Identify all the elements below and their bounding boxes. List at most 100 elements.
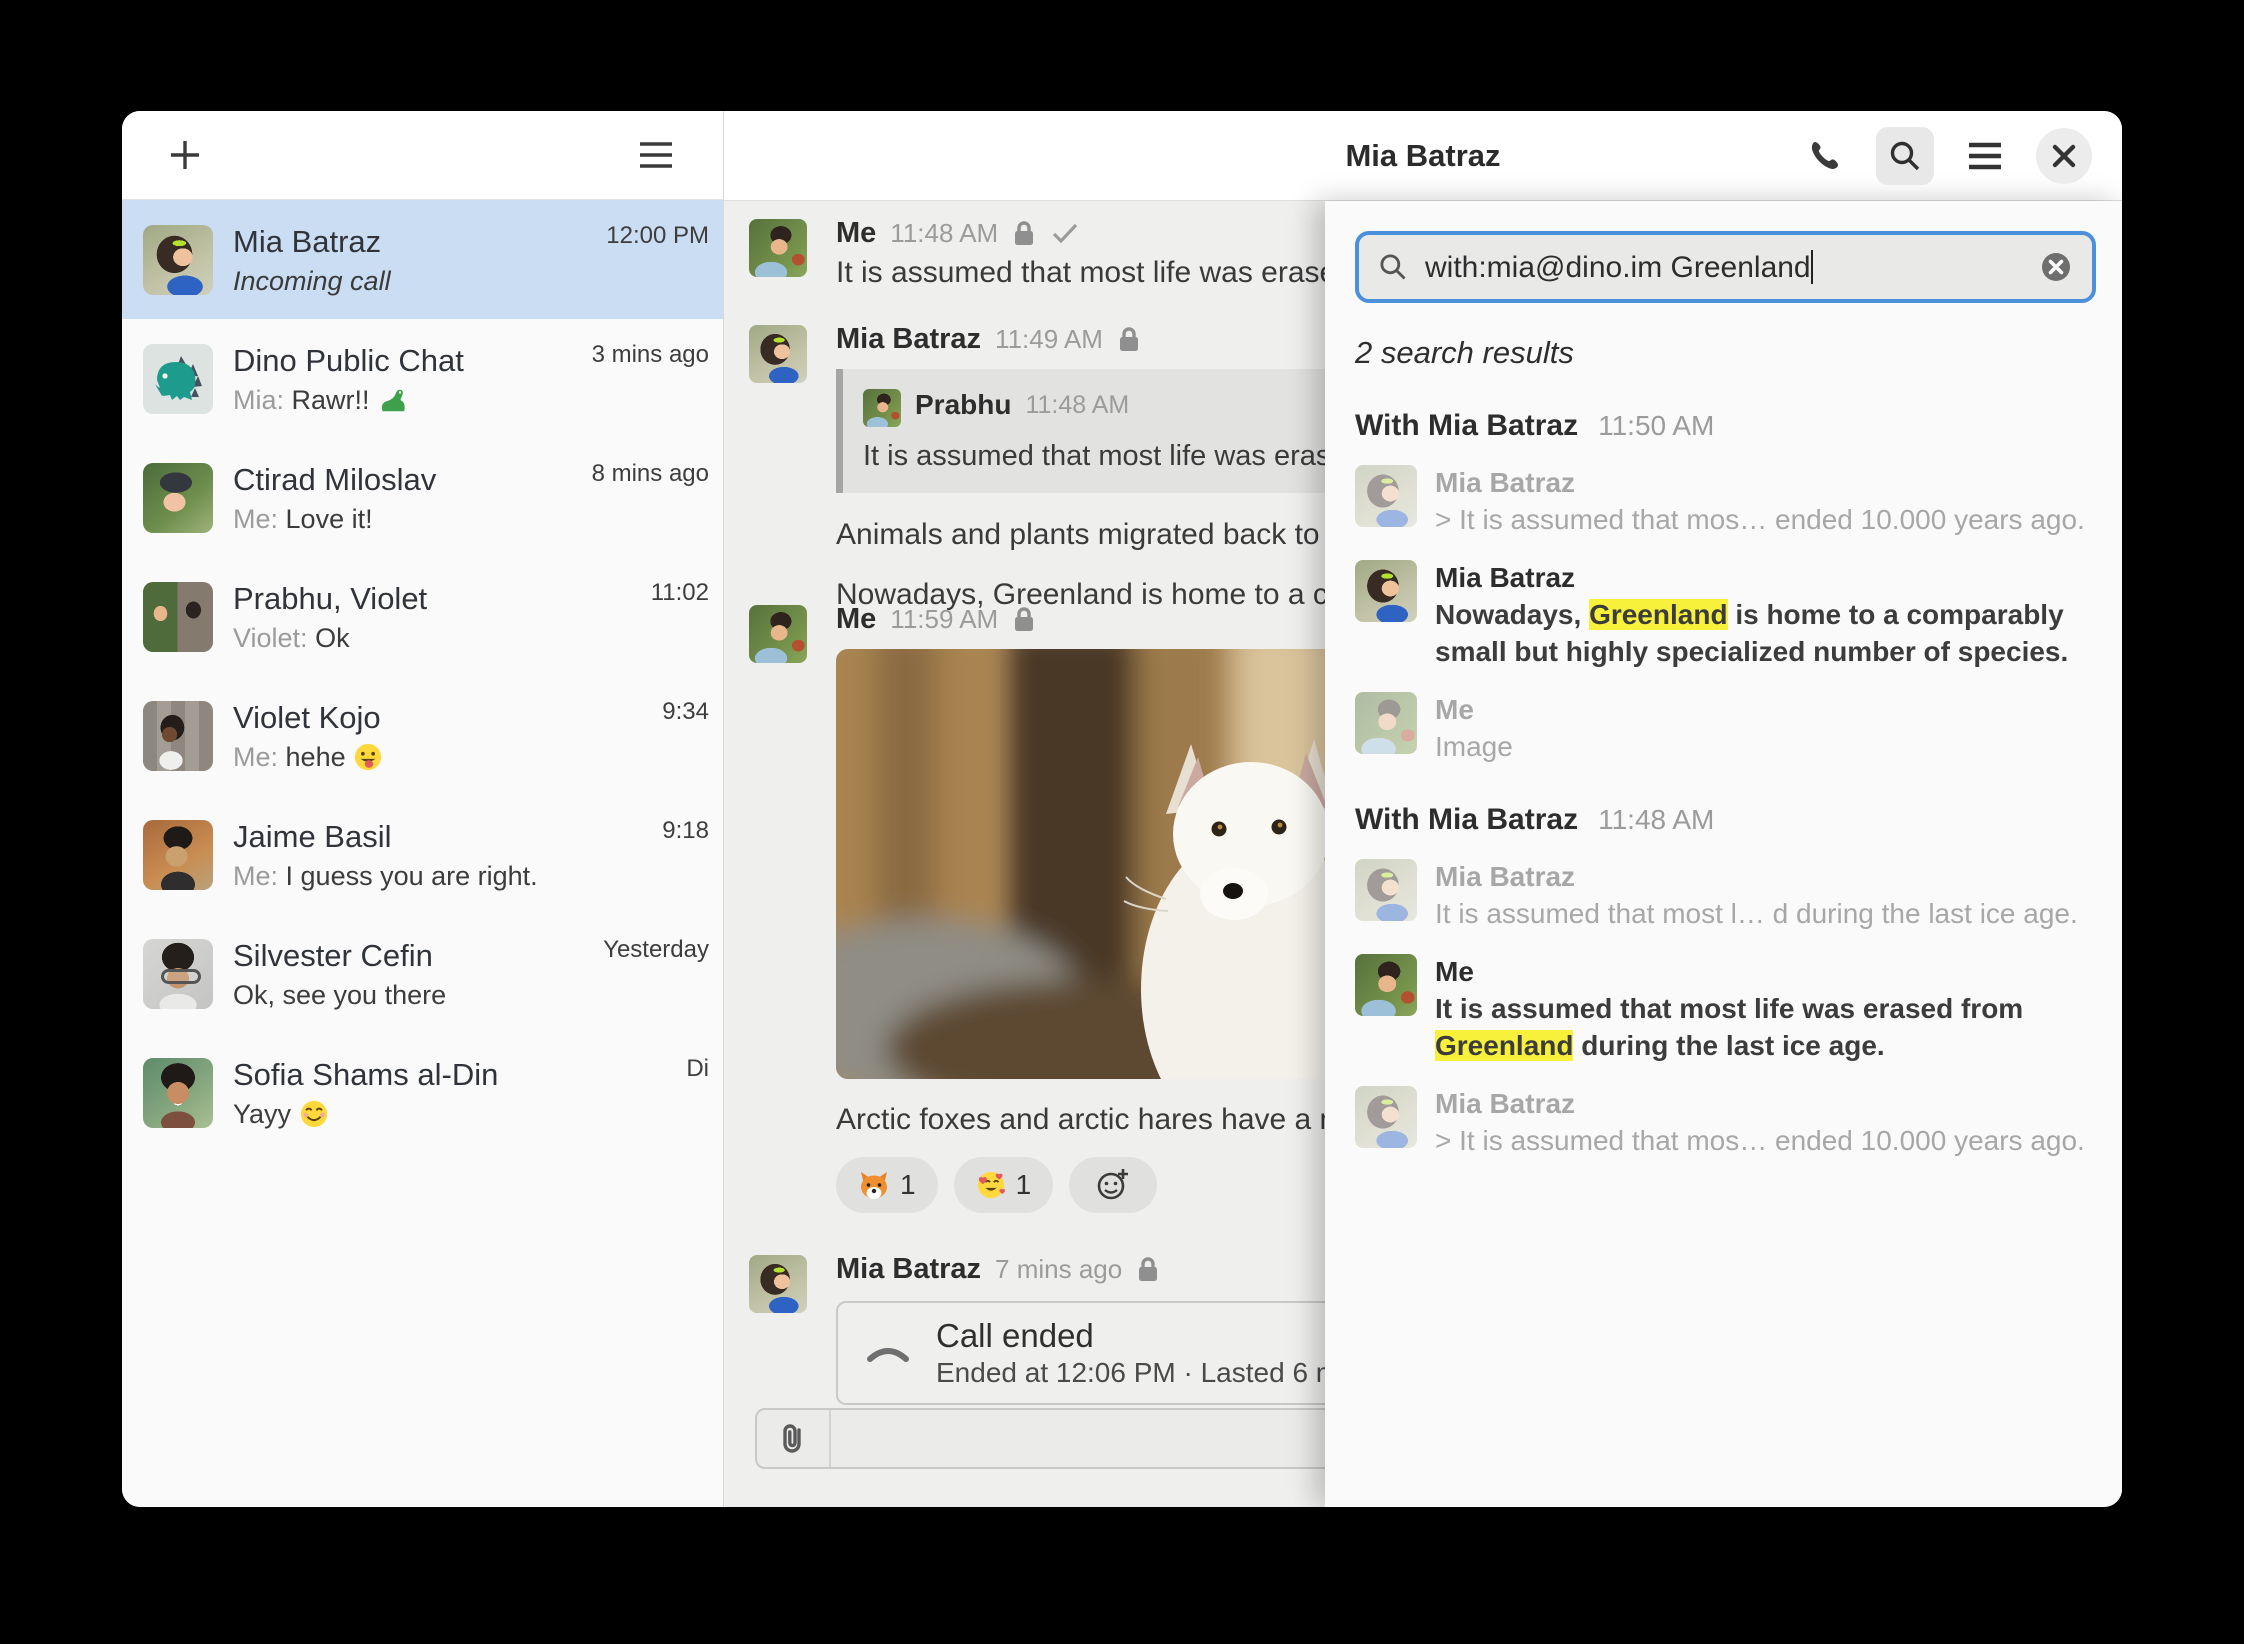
message-time: 11:48 AM xyxy=(890,218,998,249)
result-snippet: > It is assumed that mos… ended 10.000 y… xyxy=(1435,501,2085,538)
search-result-row[interactable]: Mia Batraz> It is assumed that mos… ende… xyxy=(1355,465,2096,538)
search-query: with:mia@dino.im Greenland xyxy=(1425,251,1811,284)
conversation-row[interactable]: Violet KojoMe: hehe 9:34 xyxy=(122,676,723,795)
avatar xyxy=(749,219,807,277)
desktop-background: Mia BatrazIncoming call12:00 PM Dino Publ… xyxy=(0,0,2244,1644)
conversation-row[interactable]: Ctirad MiloslavMe: Love it!8 mins ago xyxy=(122,438,723,557)
avatar xyxy=(143,463,213,533)
group-time: 11:50 AM xyxy=(1598,410,1714,442)
message-input[interactable] xyxy=(831,1410,1397,1467)
avatar xyxy=(1355,859,1417,921)
search-result-row[interactable]: MeIt is assumed that most life was erase… xyxy=(1355,954,2096,1064)
avatar xyxy=(143,820,213,890)
conversation-row[interactable]: Dino Public ChatMia: Rawr!! 3 mins ago xyxy=(122,319,723,438)
result-snippet: Image xyxy=(1435,728,1513,765)
chat-menu-button[interactable] xyxy=(1956,127,2014,185)
search-result-row[interactable]: Mia BatrazIt is assumed that most l… d d… xyxy=(1355,859,2096,932)
add-conversation-button[interactable] xyxy=(158,128,212,182)
result-snippet: > It is assumed that mos… ended 10.000 y… xyxy=(1435,1122,2085,1159)
highlighted-match: Greenland xyxy=(1589,599,1727,630)
phone-icon xyxy=(1807,138,1843,174)
attach-file-button[interactable] xyxy=(757,1410,831,1467)
avatar xyxy=(1355,465,1417,527)
conversation-preview: Mia: Rawr!! xyxy=(233,383,464,417)
conversation-time: 12:00 PM xyxy=(606,200,709,250)
reaction-hearts[interactable]: 1 xyxy=(954,1157,1054,1213)
chat-content-area: Me 11:48 AM It is assumed that most life… xyxy=(724,201,2122,1507)
close-button[interactable] xyxy=(2036,128,2092,184)
phone-down-icon xyxy=(866,1341,910,1365)
result-sender: Me xyxy=(1435,692,1513,728)
avatar xyxy=(143,582,213,652)
avatar xyxy=(1355,954,1417,1016)
search-group-header: With Mia Batraz11:50 AM xyxy=(1355,409,2096,443)
conversation-row[interactable]: Silvester CefinOk, see you thereYesterda… xyxy=(122,914,723,1033)
lock-icon xyxy=(1136,1255,1160,1283)
call-button[interactable] xyxy=(1796,127,1854,185)
message-sender: Me xyxy=(836,603,876,636)
avatar xyxy=(143,701,213,771)
result-snippet: Greenland during the last ice age. xyxy=(1435,1027,2023,1064)
conversation-row[interactable]: Sofia Shams al-DinYayy Di xyxy=(122,1033,723,1152)
arctic-fox-photo[interactable] xyxy=(836,649,1336,1079)
lock-icon xyxy=(1117,325,1141,353)
conversation-sidebar: Mia BatrazIncoming call12:00 PM Dino Publ… xyxy=(122,111,724,1507)
conversation-row[interactable]: Jaime BasilMe: I guess you are right.9:1… xyxy=(122,795,723,914)
search-icon xyxy=(1887,138,1923,174)
chat-header: Mia Batraz xyxy=(724,111,2122,201)
search-results-count: 2 search results xyxy=(1355,335,2096,371)
conversation-preview: Violet: Ok xyxy=(233,621,427,655)
result-sender: Mia Batraz xyxy=(1435,560,2068,596)
clear-search-button[interactable] xyxy=(2038,249,2074,285)
search-result-row[interactable]: Mia BatrazNowadays, Greenland is home to… xyxy=(1355,560,2096,670)
message-time: 7 mins ago xyxy=(995,1254,1122,1285)
clear-icon xyxy=(2038,249,2074,285)
conversation-name: Silvester Cefin xyxy=(233,936,446,976)
group-with-label: With Mia Batraz xyxy=(1355,803,1578,837)
search-group-header: With Mia Batraz11:48 AM xyxy=(1355,803,2096,837)
avatar xyxy=(143,225,213,295)
check-icon xyxy=(1050,221,1080,245)
preview-sender-prefix: Mia: xyxy=(233,385,284,415)
sidebar-header xyxy=(122,111,723,200)
conversation-row[interactable]: Mia BatrazIncoming call12:00 PM xyxy=(122,200,723,319)
reaction-count: 1 xyxy=(900,1169,916,1201)
result-sender: Mia Batraz xyxy=(1435,859,2078,895)
emoji xyxy=(353,742,383,772)
conversation-name: Dino Public Chat xyxy=(233,341,464,381)
sidebar-menu-button[interactable] xyxy=(629,128,683,182)
avatar xyxy=(749,605,807,663)
avatar xyxy=(143,344,213,414)
message-sender: Mia Batraz xyxy=(836,323,981,356)
conversation-preview: Me: I guess you are right. xyxy=(233,859,538,893)
reaction-fox[interactable]: 1 xyxy=(836,1157,938,1213)
message-input-bar xyxy=(755,1408,1399,1469)
avatar xyxy=(749,1255,807,1313)
message-sender: Mia Batraz xyxy=(836,1253,981,1286)
conversation-time: 11:02 xyxy=(651,557,709,607)
conversation-time: 9:34 xyxy=(662,676,709,726)
hamburger-icon xyxy=(638,141,674,169)
add-reaction-icon xyxy=(1095,1167,1131,1203)
search-result-row[interactable]: MeImage xyxy=(1355,692,2096,765)
emoji xyxy=(299,1099,329,1129)
avatar xyxy=(143,939,213,1009)
result-snippet: Nowadays, Greenland is home to a compara… xyxy=(1435,596,2068,633)
plus-icon xyxy=(166,136,204,174)
conversation-time: 8 mins ago xyxy=(592,438,709,488)
menu-icon xyxy=(1967,142,2003,170)
conversation-preview: Me: hehe xyxy=(233,740,383,774)
preview-sender-prefix: Me: xyxy=(233,742,278,772)
avatar xyxy=(1355,692,1417,754)
search-result-row[interactable]: Mia Batraz> It is assumed that mos… ende… xyxy=(1355,1086,2096,1159)
search-button[interactable] xyxy=(1876,127,1934,185)
add-reaction-button[interactable] xyxy=(1069,1157,1157,1213)
result-snippet: It is assumed that most life was erased … xyxy=(1435,990,2023,1027)
avatar xyxy=(749,325,807,383)
reaction-count: 1 xyxy=(1016,1169,1032,1201)
conversation-time: Di xyxy=(686,1033,709,1083)
conversation-row[interactable]: Prabhu, VioletViolet: Ok11:02 xyxy=(122,557,723,676)
search-input[interactable]: with:mia@dino.im Greenland xyxy=(1355,231,2096,303)
preview-sender-prefix: Me: xyxy=(233,504,278,534)
quote-sender: Prabhu xyxy=(915,389,1011,421)
